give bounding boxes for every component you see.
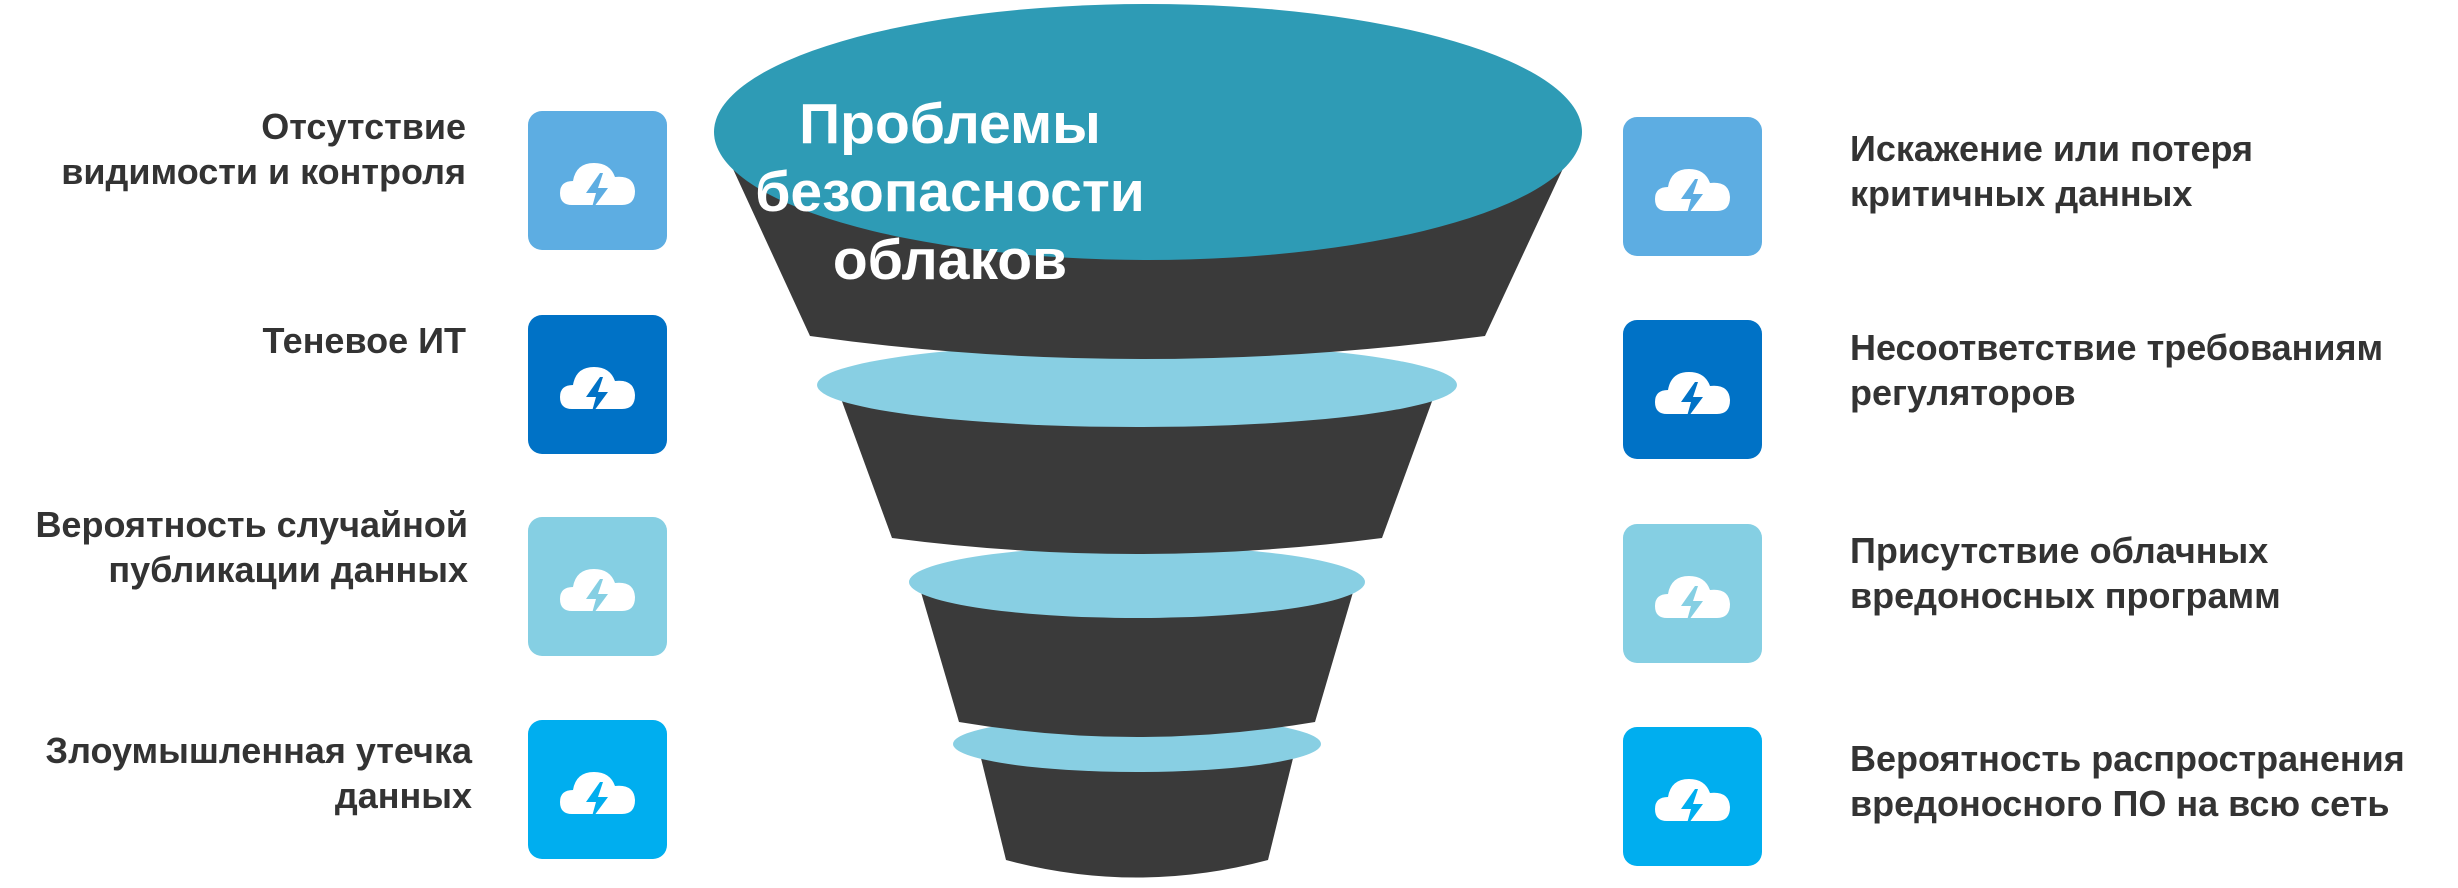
right-tile-4 [1623, 727, 1762, 866]
right-tile-2 [1623, 320, 1762, 459]
cloud-lightning-icon [1655, 372, 1730, 420]
right-label-2-line-2: регуляторов [1850, 372, 2076, 413]
funnel-title-line-1: Проблемы безопасности [755, 92, 1145, 224]
cloud-lightning-icon [560, 569, 635, 617]
right-label-3: Присутствие облачных вредоносных програм… [1850, 528, 2281, 618]
left-label-4-line-2: данных [334, 775, 472, 816]
right-tile-1 [1623, 117, 1762, 256]
cloud-lightning-icon [1655, 779, 1730, 827]
left-label-1: Отсутствие видимости и контроля [61, 104, 466, 194]
right-label-2: Несоответствие требованиям регуляторов [1850, 325, 2383, 415]
right-label-1: Искажение или потеря критичных данных [1850, 126, 2253, 216]
cloud-lightning-icon [1655, 576, 1730, 624]
left-label-3-line-1: Вероятность случайной [35, 504, 468, 545]
left-label-2: Теневое ИТ [262, 318, 466, 363]
right-label-3-line-2: вредоносных программ [1850, 575, 2281, 616]
left-tile-4 [528, 720, 667, 859]
right-tile-3 [1623, 524, 1762, 663]
right-label-1-line-1: Искажение или потеря [1850, 128, 2254, 169]
funnel-title-line-2: облаков [832, 228, 1068, 292]
left-label-2-line-1: Теневое ИТ [262, 320, 466, 361]
left-label-1-line-2: видимости и контроля [61, 151, 466, 192]
left-tile-2 [528, 315, 667, 454]
left-label-4-line-1: Злоумышленная утечка [45, 730, 472, 771]
cloud-lightning-icon [560, 367, 635, 415]
right-label-3-line-1: Присутствие облачных [1850, 530, 2269, 571]
right-label-4-line-2: вредоносного ПО на всю сеть [1850, 783, 2390, 824]
funnel-title: Проблемы безопасности облаков [740, 90, 1160, 294]
left-label-3: Вероятность случайной публикации данных [35, 502, 468, 592]
left-label-4: Злоумышленная утечка данных [46, 728, 472, 818]
right-label-1-line-2: критичных данных [1850, 173, 2193, 214]
funnel-ring-2 [909, 546, 1365, 618]
left-tile-1 [528, 111, 667, 250]
left-label-1-line-1: Отсутствие [261, 106, 466, 147]
cloud-lightning-icon [560, 163, 635, 211]
cloud-lightning-icon [1655, 169, 1730, 217]
left-tile-3 [528, 517, 667, 656]
left-label-3-line-2: публикации данных [108, 549, 468, 590]
cloud-lightning-icon [560, 772, 635, 820]
right-label-2-line-1: Несоответствие требованиям [1850, 327, 2384, 368]
right-label-4: Вероятность распространения вредоносного… [1850, 736, 2405, 826]
right-label-4-line-1: Вероятность распространения [1850, 738, 2405, 779]
